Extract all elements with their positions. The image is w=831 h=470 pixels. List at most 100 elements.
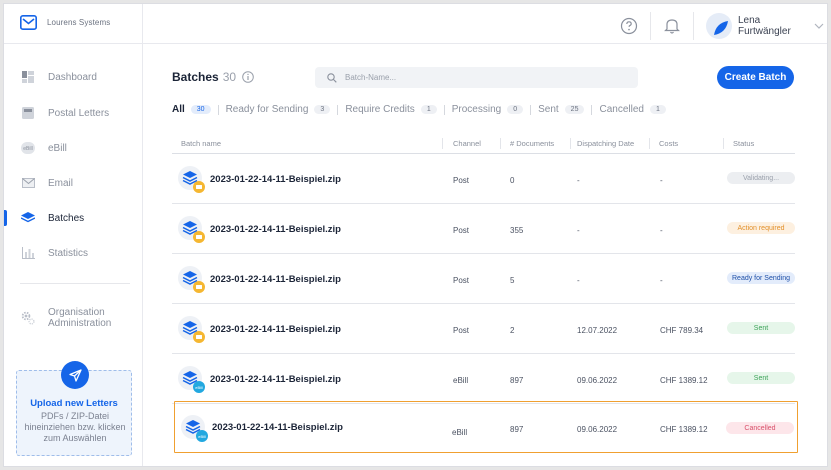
table-header: Batch name Channel # Documents Dispatchi… xyxy=(172,134,795,154)
batch-file-name[interactable]: 2023-01-22-14-11-Beispiel.zip xyxy=(210,324,341,335)
batch-channel: eBill xyxy=(452,428,468,437)
brand-name: Lourens Systems xyxy=(47,18,111,27)
send-icon xyxy=(61,361,89,389)
tab-require-credits[interactable]: Require Credits 1 xyxy=(345,104,437,115)
batch-date: 09.06.2022 xyxy=(577,376,618,385)
divider xyxy=(650,12,651,40)
table-row[interactable]: 2023-01-22-14-11-Beispiel.zip Post 0 - -… xyxy=(172,154,795,204)
post-batch-file-icon xyxy=(178,266,205,293)
status-badge: Cancelled xyxy=(726,422,794,434)
table-row[interactable]: 2023-01-22-14-11-Beispiel.zip Post 355 -… xyxy=(172,204,795,254)
org-label-line1: Organisation xyxy=(48,307,105,318)
tab-label: All xyxy=(172,104,185,115)
batch-date: - xyxy=(577,176,580,185)
bell-icon[interactable] xyxy=(661,15,683,37)
batch-date: - xyxy=(577,226,580,235)
column-separator xyxy=(500,138,501,149)
batch-documents: 5 xyxy=(510,276,515,285)
user-menu[interactable]: Lena Furtwängler xyxy=(706,13,824,39)
upload-dropzone[interactable]: Upload new Letters PDFs / ZIP-Datei hine… xyxy=(16,361,132,456)
column-header-channel[interactable]: Channel xyxy=(453,139,481,148)
sidebar-item-statistics[interactable]: Statistics xyxy=(4,242,142,264)
svg-text:eBill: eBill xyxy=(198,434,206,439)
postal-letters-icon xyxy=(21,106,35,120)
tab-sent[interactable]: Sent 25 xyxy=(538,104,585,115)
tab-separator xyxy=(217,104,219,115)
chevron-down-icon xyxy=(814,23,824,29)
batch-file-name[interactable]: 2023-01-22-14-11-Beispiel.zip xyxy=(210,374,341,385)
brand[interactable]: Lourens Systems xyxy=(20,15,110,30)
table-row[interactable]: 2023-01-22-14-11-Beispiel.zip Post 5 - -… xyxy=(172,254,795,304)
tab-all[interactable]: All 30 xyxy=(172,104,211,115)
ebill-icon: eBill xyxy=(21,141,35,155)
column-header-status[interactable]: Status xyxy=(733,139,754,148)
sidebar-item-email[interactable]: Email xyxy=(4,172,142,194)
info-icon[interactable] xyxy=(242,71,254,83)
top-actions: Lena Furtwängler xyxy=(618,12,824,40)
search-bar[interactable] xyxy=(315,67,638,88)
user-name: Lena Furtwängler xyxy=(738,15,804,37)
batch-file-name[interactable]: 2023-01-22-14-11-Beispiel.zip xyxy=(210,224,341,235)
batch-channel: Post xyxy=(453,276,470,285)
dashboard-icon xyxy=(21,70,35,84)
post-batch-file-icon xyxy=(178,216,205,243)
sidebar-item-organisation-administration[interactable]: Organisation Administration xyxy=(4,303,142,333)
tab-label: Cancelled xyxy=(599,104,644,115)
sidebar-item-label: Postal Letters xyxy=(48,107,110,119)
table-row-selected[interactable]: eBill 2023-01-22-14-11-Beispiel.zip eBil… xyxy=(174,401,798,453)
tab-ready-for-sending[interactable]: Ready for Sending 3 xyxy=(226,104,331,115)
search-icon xyxy=(327,72,337,83)
tab-label: Sent xyxy=(538,104,559,115)
tab-count-badge: 25 xyxy=(564,105,585,114)
app-window: Lourens Systems Lena Furtwängler Dashboa… xyxy=(3,3,828,467)
batch-costs: - xyxy=(660,226,663,235)
active-indicator xyxy=(4,210,7,226)
avatar xyxy=(706,13,732,39)
ebill-batch-file-icon: eBill xyxy=(181,415,208,442)
batches-icon xyxy=(21,211,35,225)
tab-count-badge: 1 xyxy=(649,105,666,114)
column-header-documents[interactable]: # Documents xyxy=(510,139,554,148)
tab-label: Require Credits xyxy=(345,104,415,115)
sidebar-item-dashboard[interactable]: Dashboard xyxy=(4,66,142,88)
statistics-icon xyxy=(21,246,35,260)
search-input[interactable] xyxy=(345,73,625,82)
batch-channel: Post xyxy=(453,326,470,335)
batch-file-name[interactable]: 2023-01-22-14-11-Beispiel.zip xyxy=(210,174,341,185)
tab-count-badge: 30 xyxy=(190,105,211,114)
sidebar-item-ebill[interactable]: eBill eBill xyxy=(4,137,142,159)
batch-costs: - xyxy=(660,176,663,185)
svg-text:eBill: eBill xyxy=(195,385,203,390)
tab-count-badge: 0 xyxy=(507,105,524,114)
tab-cancelled[interactable]: Cancelled 1 xyxy=(599,104,666,115)
sidebar-item-label: Email xyxy=(48,177,74,189)
sidebar-divider xyxy=(142,4,143,466)
column-header-batch-name[interactable]: Batch name xyxy=(181,139,221,148)
user-first-name: Lena xyxy=(738,15,761,26)
help-icon[interactable] xyxy=(618,15,640,37)
table-row[interactable]: 2023-01-22-14-11-Beispiel.zip Post 2 12.… xyxy=(172,304,795,354)
tab-processing[interactable]: Processing 0 xyxy=(451,104,524,115)
batch-costs: CHF 1389.12 xyxy=(660,425,708,434)
column-header-dispatching-date[interactable]: Dispatching Date xyxy=(577,139,634,148)
sidebar-item-label: Batches xyxy=(48,212,85,224)
tab-separator xyxy=(591,104,593,115)
tab-separator xyxy=(530,104,532,115)
sidebar-item-postal-letters[interactable]: Postal Letters xyxy=(4,102,142,124)
sidebar-item-label: eBill xyxy=(48,142,67,154)
batch-channel: Post xyxy=(453,176,470,185)
column-header-costs[interactable]: Costs xyxy=(659,139,678,148)
column-separator xyxy=(570,138,571,149)
sidebar-item-batches[interactable]: Batches xyxy=(4,207,142,229)
tab-label: Processing xyxy=(451,104,502,115)
batch-file-name[interactable]: 2023-01-22-14-11-Beispiel.zip xyxy=(212,422,343,433)
create-batch-button[interactable]: Create Batch xyxy=(717,66,794,89)
post-batch-file-icon xyxy=(178,316,205,343)
sidebar-divider xyxy=(20,283,130,284)
column-separator xyxy=(442,138,443,149)
batch-costs: CHF 1389.12 xyxy=(660,376,708,385)
page-title-count: 30 xyxy=(222,70,237,84)
batch-file-name[interactable]: 2023-01-22-14-11-Beispiel.zip xyxy=(210,274,341,285)
table-row[interactable]: eBill 2023-01-22-14-11-Beispiel.zip eBil… xyxy=(172,354,795,404)
batch-documents: 355 xyxy=(510,226,524,235)
